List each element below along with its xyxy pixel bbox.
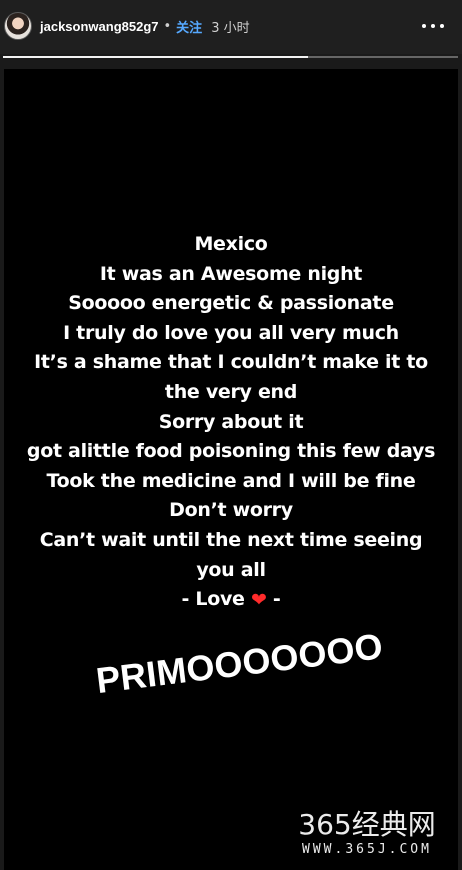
- story-line: Mexico: [194, 233, 268, 255]
- love-prefix: - Love: [181, 588, 251, 611]
- story-line: you all: [196, 558, 266, 581]
- more-dot: [431, 24, 435, 28]
- story-line: the very end: [164, 380, 298, 403]
- story-line: Sorry about it: [158, 410, 304, 433]
- avatar[interactable]: [4, 12, 32, 40]
- story-sticker-text: PRIMOOOOOOO: [93, 625, 385, 702]
- story-line: Sooooo energetic & passionate: [68, 292, 394, 315]
- watermark-sub: WWW.365J.COM: [302, 842, 432, 857]
- story-meta: jacksonwang852g7 • 关注 3 小时: [40, 16, 250, 36]
- love-signoff: - Love ❤ -: [4, 585, 458, 615]
- love-suffix: -: [266, 588, 281, 611]
- story-line: Can’t wait until the next time seeing: [39, 528, 423, 551]
- story-line: It was an Awesome night: [99, 262, 363, 285]
- story-line: I truly do love you all very much: [63, 321, 399, 344]
- story-line: Took the medicine and I will be fine: [46, 469, 416, 492]
- more-dot: [440, 24, 444, 28]
- story-header: jacksonwang852g7 • 关注 3 小时: [0, 0, 462, 54]
- heart-icon: ❤: [250, 589, 267, 612]
- story-message: Mexico It was an Awesome night Sooooo en…: [4, 230, 458, 615]
- username-link[interactable]: jacksonwang852g7: [40, 19, 159, 34]
- post-time: 3 小时: [211, 20, 250, 36]
- story-line: Don’t worry: [169, 499, 293, 522]
- story-line: It’s a shame that I couldn’t make it to: [34, 351, 428, 374]
- more-icon[interactable]: [422, 16, 444, 36]
- follow-button[interactable]: 关注: [176, 17, 202, 36]
- watermark-main: 365经典网: [298, 808, 436, 841]
- site-watermark: 365经典网 WWW.365J.COM: [282, 808, 452, 858]
- story-line: got alittle food poisoning this few days: [26, 440, 436, 463]
- more-dot: [422, 24, 426, 28]
- story-canvas[interactable]: Mexico It was an Awesome night Sooooo en…: [4, 69, 458, 870]
- meta-separator: •: [163, 18, 172, 34]
- story-progress-fill: [3, 56, 308, 58]
